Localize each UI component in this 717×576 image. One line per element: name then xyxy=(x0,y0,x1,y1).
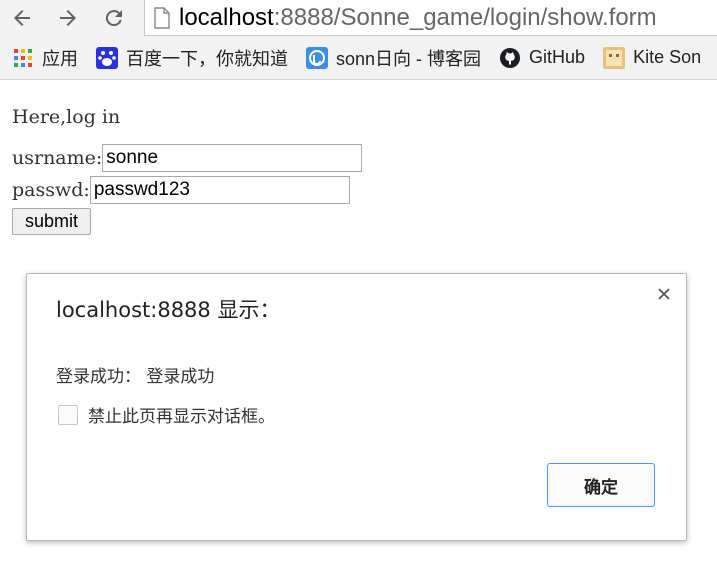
github-icon xyxy=(499,47,521,69)
submit-button[interactable]: submit xyxy=(12,208,92,235)
reload-icon xyxy=(105,10,122,27)
ok-button[interactable]: 确定 xyxy=(547,463,655,507)
bookmark-cnblogs[interactable]: sonn日向 - 博客园 xyxy=(306,45,481,71)
bookmark-apps[interactable]: 应用 xyxy=(12,45,78,71)
bookmark-label: 应用 xyxy=(42,48,78,69)
username-label: usrname: xyxy=(12,147,103,169)
apps-grid-icon xyxy=(12,47,34,69)
intro-text: Here,log in xyxy=(12,106,121,128)
page-icon xyxy=(154,6,170,29)
dialog-message: 登录成功： 登录成功 xyxy=(56,367,215,387)
dialog-title: localhost:8888 显示： xyxy=(56,298,281,322)
arrow-right-icon xyxy=(60,10,76,26)
alert-dialog: localhost:8888 显示： 登录成功： 登录成功 禁止此页再显示对话框… xyxy=(26,273,687,541)
address-bar[interactable]: localhost:8888/Sonne_game/login/show.for… xyxy=(144,0,717,36)
bookmark-github[interactable]: GitHub xyxy=(499,47,585,69)
bookmarks-bar: 应用 百度一下，你就知道 sonn日向 - 博客园 GitHub Kite So… xyxy=(0,36,717,80)
bookmark-label: Kite Son xyxy=(633,47,702,67)
forward-button[interactable] xyxy=(54,4,82,32)
kite-icon xyxy=(603,46,626,69)
cnblogs-icon xyxy=(306,46,328,69)
suppress-checkbox[interactable] xyxy=(58,404,78,425)
username-input[interactable] xyxy=(102,144,363,172)
password-label: passwd: xyxy=(12,179,90,201)
close-icon xyxy=(658,288,670,300)
baidu-paw-icon xyxy=(96,46,118,69)
arrow-left-icon xyxy=(14,10,30,26)
browser-toolbar: localhost:8888/Sonne_game/login/show.for… xyxy=(0,0,717,36)
bookmark-label: GitHub xyxy=(529,47,586,67)
password-input[interactable] xyxy=(89,176,350,204)
suppress-dialogs-option[interactable]: 禁止此页再显示对话框。 xyxy=(58,402,275,427)
close-button[interactable] xyxy=(654,284,674,304)
address-path: :8888/Sonne_game/login/show.form xyxy=(273,3,657,31)
bookmark-label: 百度一下，你就知道 xyxy=(126,48,288,69)
page-content: Here,log in usrname: passwd: submit xyxy=(12,106,363,235)
bookmark-label: sonn日向 - 博客园 xyxy=(336,48,482,69)
bookmark-kite[interactable]: Kite Son xyxy=(603,46,702,69)
login-form: usrname: passwd: submit xyxy=(12,142,363,235)
suppress-label: 禁止此页再显示对话框。 xyxy=(88,407,275,427)
reload-button[interactable] xyxy=(100,4,128,32)
back-button[interactable] xyxy=(8,4,36,32)
address-host: localhost xyxy=(179,3,274,31)
bookmark-baidu[interactable]: 百度一下，你就知道 xyxy=(96,45,288,71)
